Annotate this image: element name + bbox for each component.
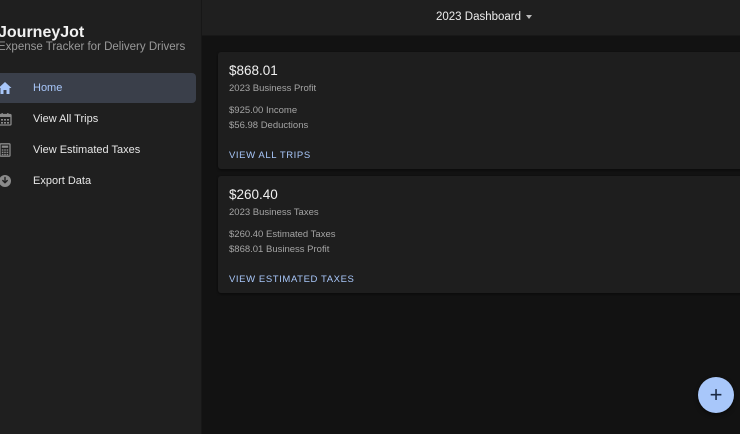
card-amount: $260.40 [229,187,278,202]
download-circle-icon [0,175,11,187]
add-button[interactable]: + [698,377,734,413]
dashboard-select-label: 2023 Dashboard [436,11,522,23]
sidebar-item-label: Export Data [33,175,92,187]
sidebar-item-label: View All Trips [33,113,99,125]
calculator-icon [0,143,11,157]
sidebar-item-export[interactable]: Export Data [0,166,196,196]
dashboard-select[interactable]: 2023 Dashboard [436,11,533,23]
plus-icon: + [709,382,723,407]
top-bar: 2023 Dashboard [202,0,740,36]
view-all-trips-button[interactable]: VIEW ALL TRIPS [229,150,311,161]
card-subtitle: 2023 Business Taxes [229,207,319,218]
sidebar-nav: Home View All Trips View Estimated Taxes… [0,73,196,197]
profit-card: $868.01 2023 Business Profit $925.00 Inc… [218,52,740,169]
sidebar-item-trips[interactable]: View All Trips [0,104,196,134]
app-subtitle: Expense Tracker for Delivery Drivers [0,41,186,53]
card-detail: $925.00 Income [229,105,298,116]
sidebar-item-home[interactable]: Home [0,73,196,103]
calendar-icon [0,113,12,126]
card-subtitle: 2023 Business Profit [229,83,317,94]
card-detail: $260.40 Estimated Taxes [229,229,336,240]
sidebar-item-label: Home [33,82,63,94]
card-detail: $868.01 Business Profit [229,244,330,255]
card-detail: $56.98 Deductions [229,120,309,131]
sidebar-item-taxes[interactable]: View Estimated Taxes [0,135,196,165]
app-title: JourneyJot [0,24,85,41]
view-estimated-taxes-button[interactable]: VIEW ESTIMATED TAXES [229,274,355,285]
caret-down-icon [526,15,533,19]
card-amount: $868.01 [229,63,278,78]
home-icon [0,82,12,94]
sidebar: JourneyJot Expense Tracker for Delivery … [0,0,202,434]
taxes-card: $260.40 2023 Business Taxes $260.40 Esti… [218,176,740,293]
sidebar-item-label: View Estimated Taxes [33,144,141,156]
